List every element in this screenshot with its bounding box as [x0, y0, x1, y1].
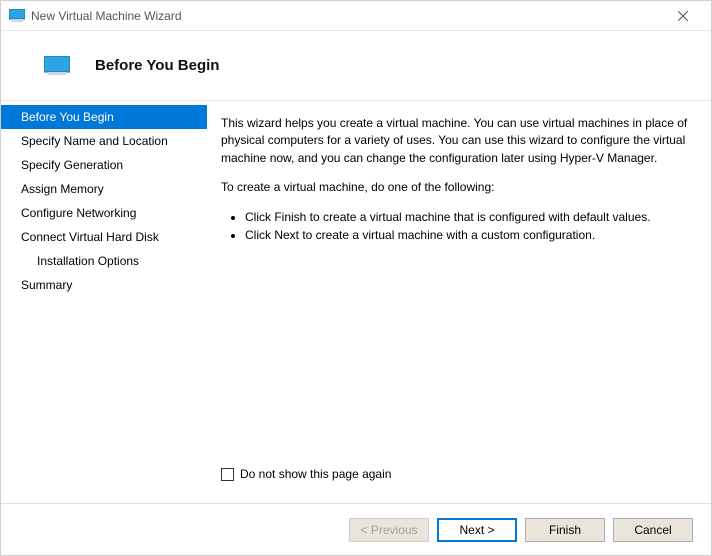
- close-button[interactable]: [663, 2, 703, 30]
- footer: < Previous Next > Finish Cancel: [1, 503, 711, 555]
- monitor-icon: [41, 54, 73, 78]
- finish-button[interactable]: Finish: [525, 518, 605, 542]
- titlebar: New Virtual Machine Wizard: [1, 1, 711, 31]
- step-specify-generation[interactable]: Specify Generation: [1, 153, 207, 177]
- step-specify-name-location[interactable]: Specify Name and Location: [1, 129, 207, 153]
- bullet-next: Click Next to create a virtual machine w…: [245, 227, 691, 244]
- do-not-show-row: Do not show this page again: [221, 467, 691, 493]
- step-installation-options[interactable]: Installation Options: [1, 249, 207, 273]
- bullet-list: Click Finish to create a virtual machine…: [221, 209, 691, 245]
- page-title: Before You Begin: [95, 57, 219, 74]
- cancel-button[interactable]: Cancel: [613, 518, 693, 542]
- step-connect-virtual-hard-disk[interactable]: Connect Virtual Hard Disk: [1, 225, 207, 249]
- step-summary[interactable]: Summary: [1, 273, 207, 297]
- app-icon: [9, 8, 25, 24]
- content-panel: This wizard helps you create a virtual m…: [207, 101, 711, 503]
- step-before-you-begin[interactable]: Before You Begin: [1, 105, 207, 129]
- steps-sidebar: Before You Begin Specify Name and Locati…: [1, 101, 207, 503]
- do-not-show-checkbox[interactable]: [221, 468, 234, 481]
- wizard-body: Before You Begin Specify Name and Locati…: [1, 101, 711, 503]
- next-button[interactable]: Next >: [437, 518, 517, 542]
- previous-button: < Previous: [349, 518, 429, 542]
- bullet-finish: Click Finish to create a virtual machine…: [245, 209, 691, 226]
- prompt-text: To create a virtual machine, do one of t…: [221, 179, 691, 196]
- step-assign-memory[interactable]: Assign Memory: [1, 177, 207, 201]
- header-bar: Before You Begin: [1, 31, 711, 101]
- intro-paragraph: This wizard helps you create a virtual m…: [221, 115, 691, 167]
- wizard-window: New Virtual Machine Wizard Before You Be…: [0, 0, 712, 556]
- window-title: New Virtual Machine Wizard: [31, 9, 663, 23]
- do-not-show-label: Do not show this page again: [240, 467, 391, 481]
- step-configure-networking[interactable]: Configure Networking: [1, 201, 207, 225]
- content-text: This wizard helps you create a virtual m…: [221, 115, 691, 245]
